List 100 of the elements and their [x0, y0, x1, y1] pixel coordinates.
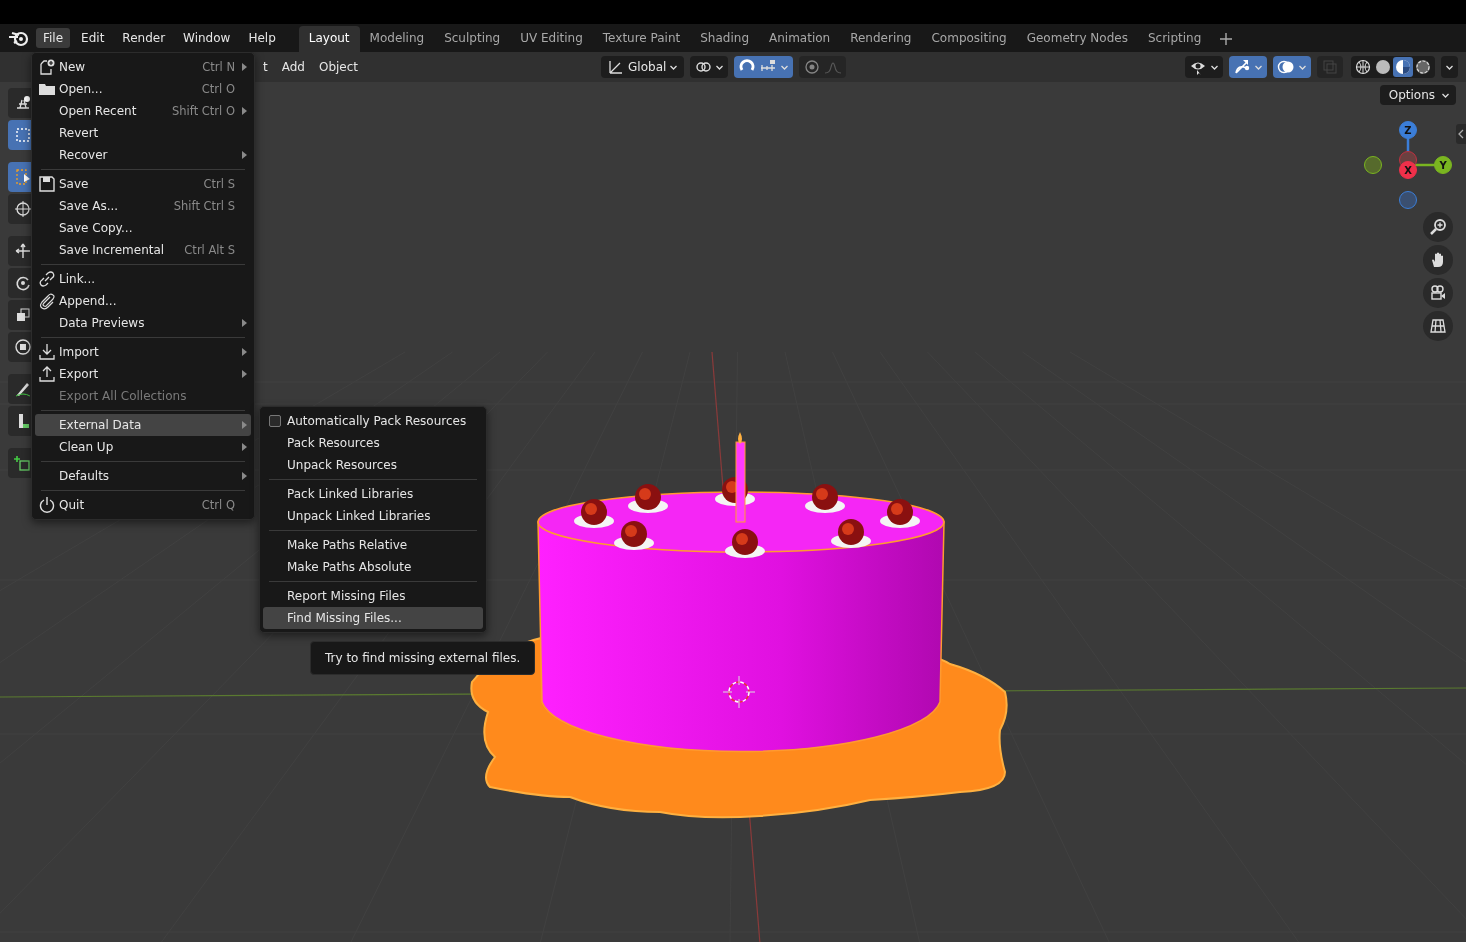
submenu-arrow-icon — [242, 151, 247, 159]
menu-item[interactable]: Render — [115, 28, 173, 48]
submenu-arrow-icon — [242, 370, 247, 378]
navigation-button[interactable] — [1423, 278, 1453, 308]
workspace-tab[interactable]: Geometry Nodes — [1016, 26, 1138, 52]
menu-item[interactable]: Automatically Pack Resources — [263, 410, 483, 432]
menu-item[interactable]: Make Paths Relative — [263, 534, 483, 556]
menu-item[interactable]: Report Missing Files — [263, 585, 483, 607]
menu-item[interactable]: Data Previews — [35, 312, 251, 334]
pivot-dropdown[interactable] — [690, 56, 729, 78]
new-file-icon — [38, 58, 56, 76]
menu-item[interactable]: Edit — [74, 28, 112, 48]
paperclip-icon — [38, 292, 56, 310]
export-icon — [38, 365, 56, 383]
proportional-editing-toggle[interactable] — [799, 56, 847, 78]
menu-item[interactable]: Open... Ctrl O — [35, 78, 251, 100]
navigation-button[interactable] — [1423, 245, 1453, 275]
shading-mode-button[interactable] — [1373, 57, 1393, 77]
header-menu[interactable]: Object — [311, 57, 366, 77]
sidebar-toggle[interactable] — [1456, 124, 1466, 144]
menu-item[interactable]: Save Ctrl S — [35, 173, 251, 195]
menu-item[interactable]: Make Paths Absolute — [263, 556, 483, 578]
menu-item[interactable]: Save Copy... — [35, 217, 251, 239]
snap-toggle[interactable] — [734, 56, 794, 78]
header-menu[interactable]: t — [256, 57, 275, 77]
add-workspace-icon[interactable] — [1219, 32, 1234, 46]
shortcut-label: Ctrl O — [201, 82, 235, 96]
negative-y-handle[interactable] — [1364, 156, 1382, 174]
menu-item[interactable]: Link... — [35, 268, 251, 290]
menu-item[interactable]: Help — [241, 28, 283, 48]
orientation-dropdown[interactable]: Global — [601, 56, 685, 78]
menu-item[interactable]: Window — [176, 28, 238, 48]
workspace-tab[interactable]: Rendering — [840, 26, 922, 52]
menu-item[interactable]: Save As... Shift Ctrl S — [35, 195, 251, 217]
menu-item[interactable]: Import — [35, 341, 251, 363]
checkbox[interactable] — [269, 415, 281, 427]
workspace-tab[interactable]: Texture Paint — [592, 26, 691, 52]
menu-item[interactable]: Append... — [35, 290, 251, 312]
mode-icon — [14, 94, 32, 112]
workspace-tab[interactable]: Compositing — [921, 26, 1017, 52]
workspace-tab[interactable]: Scripting — [1137, 26, 1212, 52]
cursor-icon — [14, 200, 32, 218]
negative-z-handle[interactable] — [1399, 191, 1417, 209]
menu-item[interactable]: File — [36, 28, 71, 48]
shortcut-label: Shift Ctrl O — [172, 104, 235, 118]
submenu-arrow-icon — [242, 443, 247, 451]
app-logo-icon — [8, 29, 30, 47]
visibility-dropdown[interactable] — [1185, 56, 1223, 78]
menu-item[interactable]: Open Recent Shift Ctrl O — [35, 100, 251, 122]
power-icon — [38, 496, 56, 514]
chevron-left-icon — [1458, 129, 1464, 139]
header-menu[interactable]: Add — [274, 57, 312, 77]
menu-item[interactable]: Unpack Resources — [263, 454, 483, 476]
gizmo-button[interactable] — [1229, 56, 1267, 78]
transform-icon — [14, 338, 32, 356]
menu-item[interactable]: New Ctrl N — [35, 56, 251, 78]
x-axis-handle[interactable]: X — [1399, 161, 1417, 179]
navigation-button[interactable] — [1423, 311, 1453, 341]
workspace-tab[interactable]: Shading — [690, 26, 759, 52]
move-icon — [14, 242, 32, 260]
menu-item[interactable]: Pack Resources — [263, 432, 483, 454]
shortcut-label: Ctrl S — [203, 177, 235, 191]
workspace-tab[interactable]: Layout — [298, 26, 360, 52]
shortcut-label: Ctrl Q — [201, 498, 235, 512]
menu-item[interactable]: Pack Linked Libraries — [263, 483, 483, 505]
menu-item[interactable]: External Data — [35, 414, 251, 436]
menu-item[interactable]: Revert — [35, 122, 251, 144]
workspace-tab[interactable]: UV Editing — [510, 26, 593, 52]
target-icon — [803, 58, 822, 76]
workspace-tab[interactable]: Sculpting — [434, 26, 511, 52]
menu-item[interactable]: Export — [35, 363, 251, 385]
menu-item[interactable]: Clean Up — [35, 436, 251, 458]
navigation-button[interactable] — [1423, 212, 1453, 242]
shading-dropdown[interactable] — [1441, 56, 1458, 78]
shading-mode-button[interactable] — [1393, 57, 1413, 77]
overlay-toggle[interactable] — [1273, 56, 1311, 78]
camera-icon — [1429, 284, 1447, 302]
shading-mode-button[interactable] — [1413, 57, 1433, 77]
select-box-icon — [14, 126, 32, 144]
submenu-arrow-icon — [242, 63, 247, 71]
grid-icon — [1429, 317, 1447, 335]
y-axis-handle[interactable]: Y — [1434, 156, 1452, 174]
menu-item[interactable]: Unpack Linked Libraries — [263, 505, 483, 527]
rotate-icon — [14, 274, 32, 292]
wireframe-sphere-icon — [1354, 58, 1372, 76]
menu-item[interactable]: Quit Ctrl Q — [35, 494, 251, 516]
solid-sphere-icon — [1374, 58, 1392, 76]
submenu-arrow-icon — [242, 348, 247, 356]
menu-item[interactable]: Save Incremental Ctrl Alt S — [35, 239, 251, 261]
tooltip: Try to find missing external files. — [310, 641, 536, 675]
menu-item[interactable]: Recover — [35, 144, 251, 166]
menu-item[interactable]: Defaults — [35, 465, 251, 487]
shortcut-label: Ctrl N — [202, 60, 235, 74]
z-axis-handle[interactable]: Z — [1399, 121, 1417, 139]
options-dropdown[interactable]: Options — [1379, 85, 1456, 105]
shading-mode-button[interactable] — [1353, 57, 1373, 77]
workspace-tab[interactable]: Modeling — [359, 26, 435, 52]
workspace-tab[interactable]: Animation — [759, 26, 841, 52]
menu-item[interactable]: Find Missing Files... — [263, 607, 483, 629]
link-icon — [38, 270, 56, 288]
